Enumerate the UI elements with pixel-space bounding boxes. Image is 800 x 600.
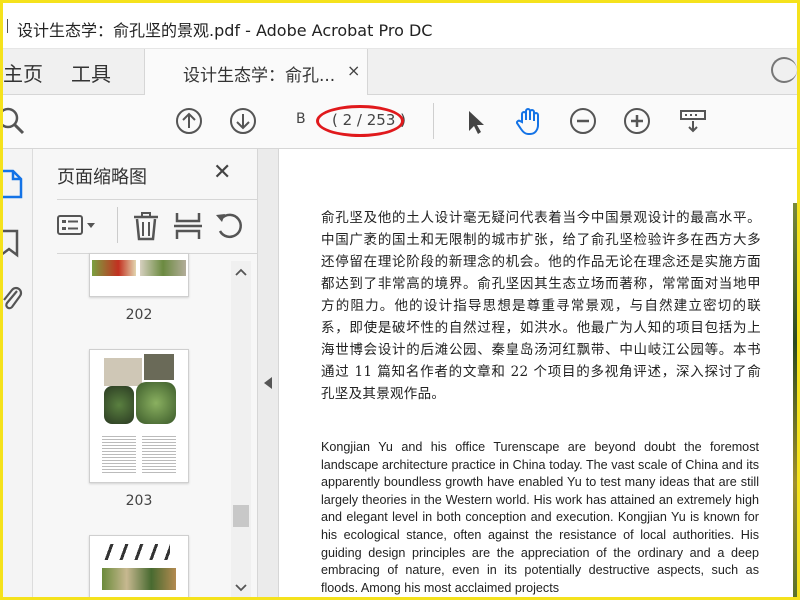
tab-document[interactable]: 设计生态学：俞孔... × xyxy=(144,49,368,95)
toolbar: B ( 2 / 253 ) xyxy=(3,95,797,149)
attachment-icon[interactable] xyxy=(3,285,23,313)
previous-page-icon[interactable] xyxy=(173,105,205,137)
account-icon[interactable] xyxy=(771,57,797,83)
panel-close-icon[interactable]: ✕ xyxy=(213,160,231,185)
zoom-in-icon[interactable] xyxy=(621,105,653,137)
collapse-arrow-icon[interactable] xyxy=(264,377,272,389)
zoom-out-icon[interactable] xyxy=(567,105,599,137)
document-page: 俞孔坚及他的土人设计毫无疑问代表着当今中国景观设计的最高水平。中国广袤的国土和无… xyxy=(279,149,797,597)
page-edge-image xyxy=(793,203,797,597)
toolbar-divider xyxy=(433,103,434,139)
collapse-panel-bar[interactable] xyxy=(257,149,279,597)
panel-title: 页面缩略图 xyxy=(57,167,147,188)
thumbnail-panel: 页面缩略图 ✕ 202 203 xyxy=(33,149,257,597)
thumbnail-image xyxy=(144,354,174,380)
next-page-icon[interactable] xyxy=(227,105,259,137)
page-thumbnails-icon[interactable] xyxy=(3,169,23,199)
thumbnail-image xyxy=(104,386,134,424)
tab-bar: 主页 工具 设计生态学：俞孔... × xyxy=(3,49,797,95)
app-window: 设计生态学：俞孔坚的景观.pdf - Adobe Acrobat Pro DC … xyxy=(0,0,800,600)
english-paragraph: Kongjian Yu and his office Turenscape ar… xyxy=(321,440,759,595)
thumbnail-image xyxy=(140,260,186,276)
scroll-thumb[interactable] xyxy=(233,505,249,527)
scroll-up-arrow-icon[interactable] xyxy=(231,261,251,283)
select-cursor-icon[interactable] xyxy=(459,105,491,137)
marquee-zoom-icon[interactable] xyxy=(677,105,709,137)
delete-page-icon[interactable] xyxy=(129,209,163,243)
search-icon[interactable] xyxy=(3,105,27,137)
title-separator xyxy=(7,19,8,33)
thumbnail-text xyxy=(102,434,136,474)
tab-tools[interactable]: 工具 xyxy=(71,58,111,87)
scroll-down-arrow-icon[interactable] xyxy=(231,577,251,597)
page-number-label: 202 xyxy=(125,307,153,323)
page-number-field[interactable]: B ( 2 / 253 ) xyxy=(286,105,408,137)
panel-divider xyxy=(57,199,257,200)
bookmark-icon[interactable] xyxy=(3,229,21,259)
thumbnail-image xyxy=(104,544,170,560)
red-highlight-ring xyxy=(316,105,404,137)
page-number-label: 203 xyxy=(125,493,153,509)
window-title: 设计生态学：俞孔坚的景观.pdf - Adobe Acrobat Pro DC xyxy=(17,21,433,40)
page-current-input[interactable]: B xyxy=(296,111,306,127)
tab-home[interactable]: 主页 xyxy=(3,58,43,87)
page-thumbnail[interactable] xyxy=(89,253,189,297)
thumbnail-scrollbar[interactable] xyxy=(231,261,251,597)
title-bar: 设计生态学：俞孔坚的景观.pdf - Adobe Acrobat Pro DC xyxy=(3,3,797,49)
tab-close-icon[interactable]: × xyxy=(347,61,360,80)
chinese-paragraph: 俞孔坚及他的土人设计毫无疑问代表着当今中国景观设计的最高水平。中国广袤的国土和无… xyxy=(321,210,761,402)
thumbnail-options-icon[interactable] xyxy=(55,209,95,243)
hand-tool-icon[interactable] xyxy=(513,105,545,137)
tab-document-label: 设计生态学：俞孔... xyxy=(183,66,336,86)
page-thumbnail[interactable] xyxy=(89,535,189,597)
navigation-pane-strip xyxy=(3,149,33,597)
thumbnail-image xyxy=(102,568,176,590)
thumbnail-image xyxy=(92,260,136,276)
insert-page-icon[interactable] xyxy=(171,209,205,243)
rotate-page-icon[interactable] xyxy=(213,209,247,243)
thumbnail-text xyxy=(142,434,176,474)
thumbnail-image xyxy=(136,382,176,424)
page-thumbnail[interactable] xyxy=(89,349,189,483)
thumbnail-image xyxy=(104,358,142,386)
panel-tool-divider xyxy=(117,207,118,243)
